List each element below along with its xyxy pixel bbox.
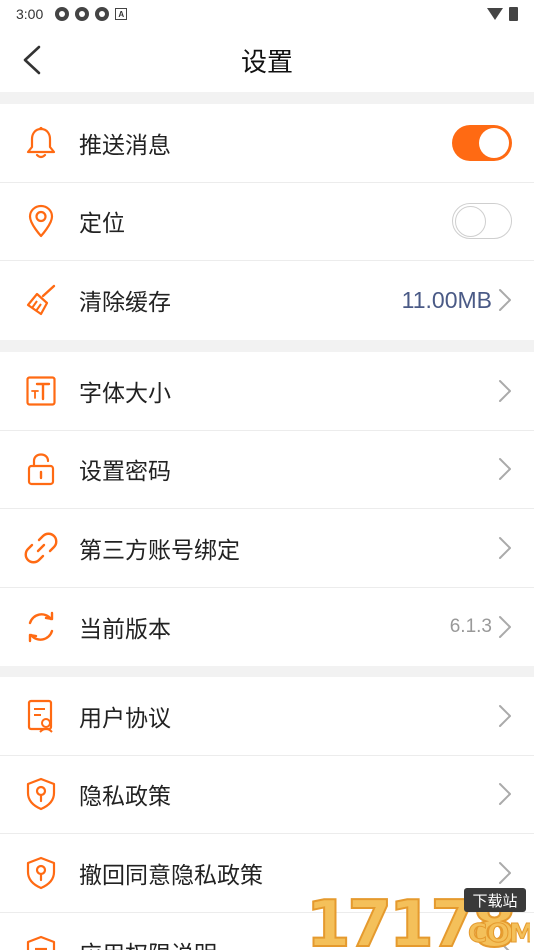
chevron-right-icon [499,704,511,727]
setting-label: 隐私政策 [79,783,171,810]
bell-icon [24,126,58,160]
setting-row-third-party[interactable]: 第三方账号绑定 [0,509,534,588]
setting-row-version[interactable]: 当前版本 6.1.3 [0,588,534,667]
back-button[interactable] [14,42,50,78]
chevron-right-icon [499,289,511,312]
app-notification-icon: A [115,8,128,20]
location-toggle[interactable] [452,203,512,240]
shield-icon [24,777,58,811]
location-pin-icon [24,204,58,238]
notification-icon [55,7,70,21]
watermark-domain: COM [468,919,530,949]
chevron-right-icon [499,379,511,402]
settings-group-account: 字体大小 设置密码 第三方账号绑定 当前版本 6.1.3 [0,352,534,666]
permission-icon [24,935,58,950]
watermark-logo: 17178 下载站 COM [305,887,530,950]
settings-group-notifications: 推送消息 定位 清除缓存 11.00MB [0,104,534,340]
chevron-right-icon [499,536,511,559]
setting-label: 第三方账号绑定 [79,536,240,563]
chevron-left-icon [23,45,41,75]
setting-row-location[interactable]: 定位 [0,183,534,261]
setting-row-password[interactable]: 设置密码 [0,431,534,509]
font-size-icon [24,374,58,408]
link-icon [24,531,58,565]
setting-row-clear-cache[interactable]: 清除缓存 11.00MB [0,261,534,340]
setting-label: 定位 [79,210,125,237]
setting-label: 推送消息 [79,131,171,158]
chevron-right-icon [499,615,511,638]
app-header: 设置 [0,28,534,92]
version-value: 6.1.3 [449,615,492,637]
setting-row-user-agreement[interactable]: 用户协议 [0,677,534,756]
wifi-icon [487,8,503,20]
broom-icon [24,283,58,317]
battery-icon [509,7,518,21]
chevron-right-icon [499,861,511,884]
page-title: 设置 [240,46,293,77]
status-system-icons [487,7,518,21]
setting-label: 当前版本 [79,615,171,642]
shield-icon [24,856,58,890]
setting-row-push[interactable]: 推送消息 [0,104,534,183]
push-toggle[interactable] [452,124,512,161]
document-icon [24,699,58,733]
setting-row-privacy-policy[interactable]: 隐私政策 [0,756,534,834]
status-time: 3:00 [16,6,44,22]
toggle-knob [455,205,486,237]
setting-label: 清除缓存 [79,289,171,316]
lock-icon [24,452,58,486]
status-notification-icons: A [55,7,128,21]
setting-row-font-size[interactable]: 字体大小 [0,352,534,431]
cache-size-value: 11.00MB [401,286,492,313]
chevron-right-icon [499,458,511,481]
watermark-tag: 下载站 [472,892,517,910]
refresh-icon [24,610,58,644]
chevron-right-icon [499,783,511,806]
setting-label: 字体大小 [79,379,171,406]
toggle-knob [479,127,509,158]
status-bar: 3:00 A [0,0,534,28]
setting-label: 用户协议 [79,704,171,731]
notification-icon [75,7,90,21]
setting-label: 设置密码 [79,458,171,485]
notification-icon [95,7,110,21]
